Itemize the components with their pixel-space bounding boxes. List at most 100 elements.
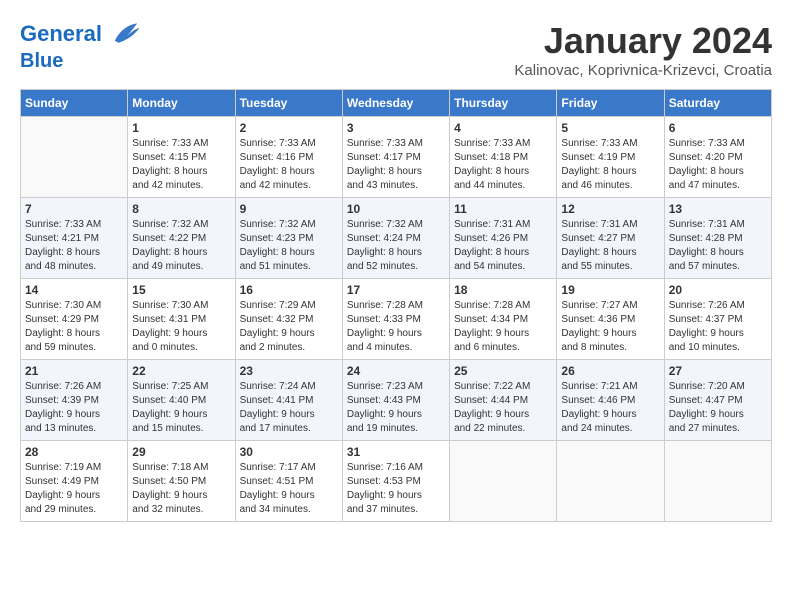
day-number: 22 <box>132 364 230 378</box>
col-header-monday: Monday <box>128 90 235 117</box>
day-info: Sunrise: 7:21 AMSunset: 4:46 PMDaylight:… <box>561 380 659 436</box>
day-cell: 2 Sunrise: 7:33 AMSunset: 4:16 PMDaylight… <box>235 117 342 198</box>
day-cell <box>21 117 128 198</box>
day-info: Sunrise: 7:31 AMSunset: 4:27 PMDaylight:… <box>561 218 659 274</box>
day-cell: 9 Sunrise: 7:32 AMSunset: 4:23 PMDaylight… <box>235 198 342 279</box>
day-info: Sunrise: 7:33 AMSunset: 4:17 PMDaylight:… <box>347 137 445 193</box>
day-cell: 16 Sunrise: 7:29 AMSunset: 4:32 PMDayligh… <box>235 279 342 360</box>
day-number: 21 <box>25 364 123 378</box>
day-cell: 28 Sunrise: 7:19 AMSunset: 4:49 PMDayligh… <box>21 441 128 522</box>
day-number: 27 <box>669 364 767 378</box>
day-number: 3 <box>347 121 445 135</box>
day-number: 13 <box>669 202 767 216</box>
day-info: Sunrise: 7:26 AMSunset: 4:37 PMDaylight:… <box>669 299 767 355</box>
day-number: 7 <box>25 202 123 216</box>
col-header-thursday: Thursday <box>450 90 557 117</box>
day-info: Sunrise: 7:32 AMSunset: 4:23 PMDaylight:… <box>240 218 338 274</box>
col-header-wednesday: Wednesday <box>342 90 449 117</box>
day-number: 12 <box>561 202 659 216</box>
day-number: 29 <box>132 445 230 459</box>
day-info: Sunrise: 7:30 AMSunset: 4:29 PMDaylight:… <box>25 299 123 355</box>
week-row-3: 14 Sunrise: 7:30 AMSunset: 4:29 PMDayligh… <box>21 279 772 360</box>
day-cell: 11 Sunrise: 7:31 AMSunset: 4:26 PMDayligh… <box>450 198 557 279</box>
day-cell: 26Sunrise: 7:21 AMSunset: 4:46 PMDayligh… <box>557 360 664 441</box>
day-info: Sunrise: 7:25 AMSunset: 4:40 PMDaylight:… <box>132 380 230 436</box>
day-number: 2 <box>240 121 338 135</box>
day-cell: 19Sunrise: 7:27 AMSunset: 4:36 PMDayligh… <box>557 279 664 360</box>
day-info: Sunrise: 7:28 AMSunset: 4:34 PMDaylight:… <box>454 299 552 355</box>
day-cell: 1 Sunrise: 7:33 AMSunset: 4:15 PMDaylight… <box>128 117 235 198</box>
day-cell: 4Sunrise: 7:33 AMSunset: 4:18 PMDaylight… <box>450 117 557 198</box>
day-info: Sunrise: 7:33 AMSunset: 4:20 PMDaylight:… <box>669 137 767 193</box>
day-number: 30 <box>240 445 338 459</box>
day-number: 20 <box>669 283 767 297</box>
day-number: 5 <box>561 121 659 135</box>
day-cell: 30Sunrise: 7:17 AMSunset: 4:51 PMDayligh… <box>235 441 342 522</box>
week-row-5: 28 Sunrise: 7:19 AMSunset: 4:49 PMDayligh… <box>21 441 772 522</box>
day-number: 24 <box>347 364 445 378</box>
day-info: Sunrise: 7:33 AMSunset: 4:15 PMDaylight:… <box>132 137 230 193</box>
day-cell: 18Sunrise: 7:28 AMSunset: 4:34 PMDayligh… <box>450 279 557 360</box>
day-info: Sunrise: 7:32 AMSunset: 4:22 PMDaylight:… <box>132 218 230 274</box>
week-row-1: 1 Sunrise: 7:33 AMSunset: 4:15 PMDaylight… <box>21 117 772 198</box>
week-row-2: 7 Sunrise: 7:33 AMSunset: 4:21 PMDaylight… <box>21 198 772 279</box>
logo: General Blue <box>20 20 141 72</box>
day-number: 11 <box>454 202 552 216</box>
day-info: Sunrise: 7:29 AMSunset: 4:32 PMDaylight:… <box>240 299 338 355</box>
day-number: 8 <box>132 202 230 216</box>
day-info: Sunrise: 7:18 AMSunset: 4:50 PMDaylight:… <box>132 461 230 517</box>
day-cell: 25 Sunrise: 7:22 AMSunset: 4:44 PMDayligh… <box>450 360 557 441</box>
day-number: 23 <box>240 364 338 378</box>
day-info: Sunrise: 7:31 AMSunset: 4:26 PMDaylight:… <box>454 218 552 274</box>
day-info: Sunrise: 7:33 AMSunset: 4:21 PMDaylight:… <box>25 218 123 274</box>
day-cell: 23 Sunrise: 7:24 AMSunset: 4:41 PMDayligh… <box>235 360 342 441</box>
day-cell: 21Sunrise: 7:26 AMSunset: 4:39 PMDayligh… <box>21 360 128 441</box>
day-cell: 31Sunrise: 7:16 AMSunset: 4:53 PMDayligh… <box>342 441 449 522</box>
day-cell <box>450 441 557 522</box>
day-cell: 29 Sunrise: 7:18 AMSunset: 4:50 PMDayligh… <box>128 441 235 522</box>
col-header-tuesday: Tuesday <box>235 90 342 117</box>
day-cell: 27Sunrise: 7:20 AMSunset: 4:47 PMDayligh… <box>664 360 771 441</box>
day-number: 25 <box>454 364 552 378</box>
day-cell: 6 Sunrise: 7:33 AMSunset: 4:20 PMDaylight… <box>664 117 771 198</box>
day-number: 15 <box>132 283 230 297</box>
logo-text: General <box>20 20 141 50</box>
day-number: 14 <box>25 283 123 297</box>
day-info: Sunrise: 7:33 AMSunset: 4:19 PMDaylight:… <box>561 137 659 193</box>
day-number: 1 <box>132 121 230 135</box>
day-info: Sunrise: 7:31 AMSunset: 4:28 PMDaylight:… <box>669 218 767 274</box>
week-row-4: 21Sunrise: 7:26 AMSunset: 4:39 PMDayligh… <box>21 360 772 441</box>
day-cell: 5 Sunrise: 7:33 AMSunset: 4:19 PMDaylight… <box>557 117 664 198</box>
calendar-table: SundayMondayTuesdayWednesdayThursdayFrid… <box>20 89 772 522</box>
day-number: 4 <box>454 121 552 135</box>
day-number: 9 <box>240 202 338 216</box>
day-number: 6 <box>669 121 767 135</box>
logo-blue: Blue <box>20 50 141 72</box>
day-cell: 13 Sunrise: 7:31 AMSunset: 4:28 PMDayligh… <box>664 198 771 279</box>
day-cell: 12 Sunrise: 7:31 AMSunset: 4:27 PMDayligh… <box>557 198 664 279</box>
day-number: 19 <box>561 283 659 297</box>
day-info: Sunrise: 7:19 AMSunset: 4:49 PMDaylight:… <box>25 461 123 517</box>
col-header-saturday: Saturday <box>664 90 771 117</box>
day-cell <box>664 441 771 522</box>
day-info: Sunrise: 7:24 AMSunset: 4:41 PMDaylight:… <box>240 380 338 436</box>
day-number: 10 <box>347 202 445 216</box>
title-area: January 2024 Kalinovac, Koprivnica-Krize… <box>514 20 772 79</box>
day-info: Sunrise: 7:23 AMSunset: 4:43 PMDaylight:… <box>347 380 445 436</box>
day-number: 16 <box>240 283 338 297</box>
day-info: Sunrise: 7:22 AMSunset: 4:44 PMDaylight:… <box>454 380 552 436</box>
day-info: Sunrise: 7:30 AMSunset: 4:31 PMDaylight:… <box>132 299 230 355</box>
day-number: 31 <box>347 445 445 459</box>
location: Kalinovac, Koprivnica-Krizevci, Croatia <box>514 62 772 79</box>
day-number: 28 <box>25 445 123 459</box>
day-number: 17 <box>347 283 445 297</box>
day-cell: 20 Sunrise: 7:26 AMSunset: 4:37 PMDayligh… <box>664 279 771 360</box>
month-title: January 2024 <box>514 20 772 62</box>
page-header: General Blue January 2024 Kalinovac, Kop… <box>20 20 772 79</box>
day-cell <box>557 441 664 522</box>
day-info: Sunrise: 7:28 AMSunset: 4:33 PMDaylight:… <box>347 299 445 355</box>
col-header-friday: Friday <box>557 90 664 117</box>
day-cell: 22 Sunrise: 7:25 AMSunset: 4:40 PMDayligh… <box>128 360 235 441</box>
day-info: Sunrise: 7:33 AMSunset: 4:16 PMDaylight:… <box>240 137 338 193</box>
col-header-sunday: Sunday <box>21 90 128 117</box>
